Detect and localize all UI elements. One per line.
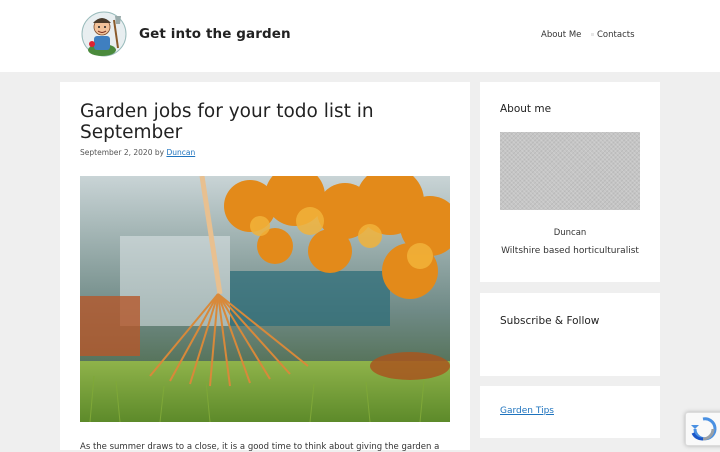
post-author-link[interactable]: Duncan [166,148,195,157]
post-hero-image[interactable] [80,176,450,422]
author-name: Duncan [553,228,587,238]
post-by: by [154,148,165,157]
recaptcha-badge[interactable] [685,412,720,446]
recaptcha-icon [691,417,717,441]
subscribe-widget: Subscribe & Follow [480,293,660,376]
subscribe-title: Subscribe & Follow [500,315,600,327]
post-card: Garden jobs for your todo list in Septem… [60,82,470,452]
author-image-placeholder [500,132,640,210]
post-meta: September 2, 2020 by Duncan [80,148,195,157]
site-header: Get into the garden About Me Contacts [0,0,720,72]
site-title[interactable]: Get into the garden [139,26,291,42]
nav-item-about-me[interactable]: About Me [541,30,581,40]
post-excerpt: As the summer draws to a close, it is a … [80,442,440,452]
gardener-mascot-icon[interactable] [80,10,130,58]
about-me-title: About me [500,103,552,115]
category-link-garden-tips[interactable]: Garden Tips [500,406,554,416]
about-me-widget: About me Duncan Wiltshire based horticul… [480,82,660,282]
nav-separator [591,33,594,36]
nav-item-contacts[interactable]: Contacts [597,30,635,40]
categories-widget: Garden Tips [480,386,660,438]
post-title[interactable]: Garden jobs for your todo list in Septem… [80,101,460,143]
author-bio: Wiltshire based horticulturalist [501,246,639,256]
post-date: September 2, 2020 [80,148,153,157]
